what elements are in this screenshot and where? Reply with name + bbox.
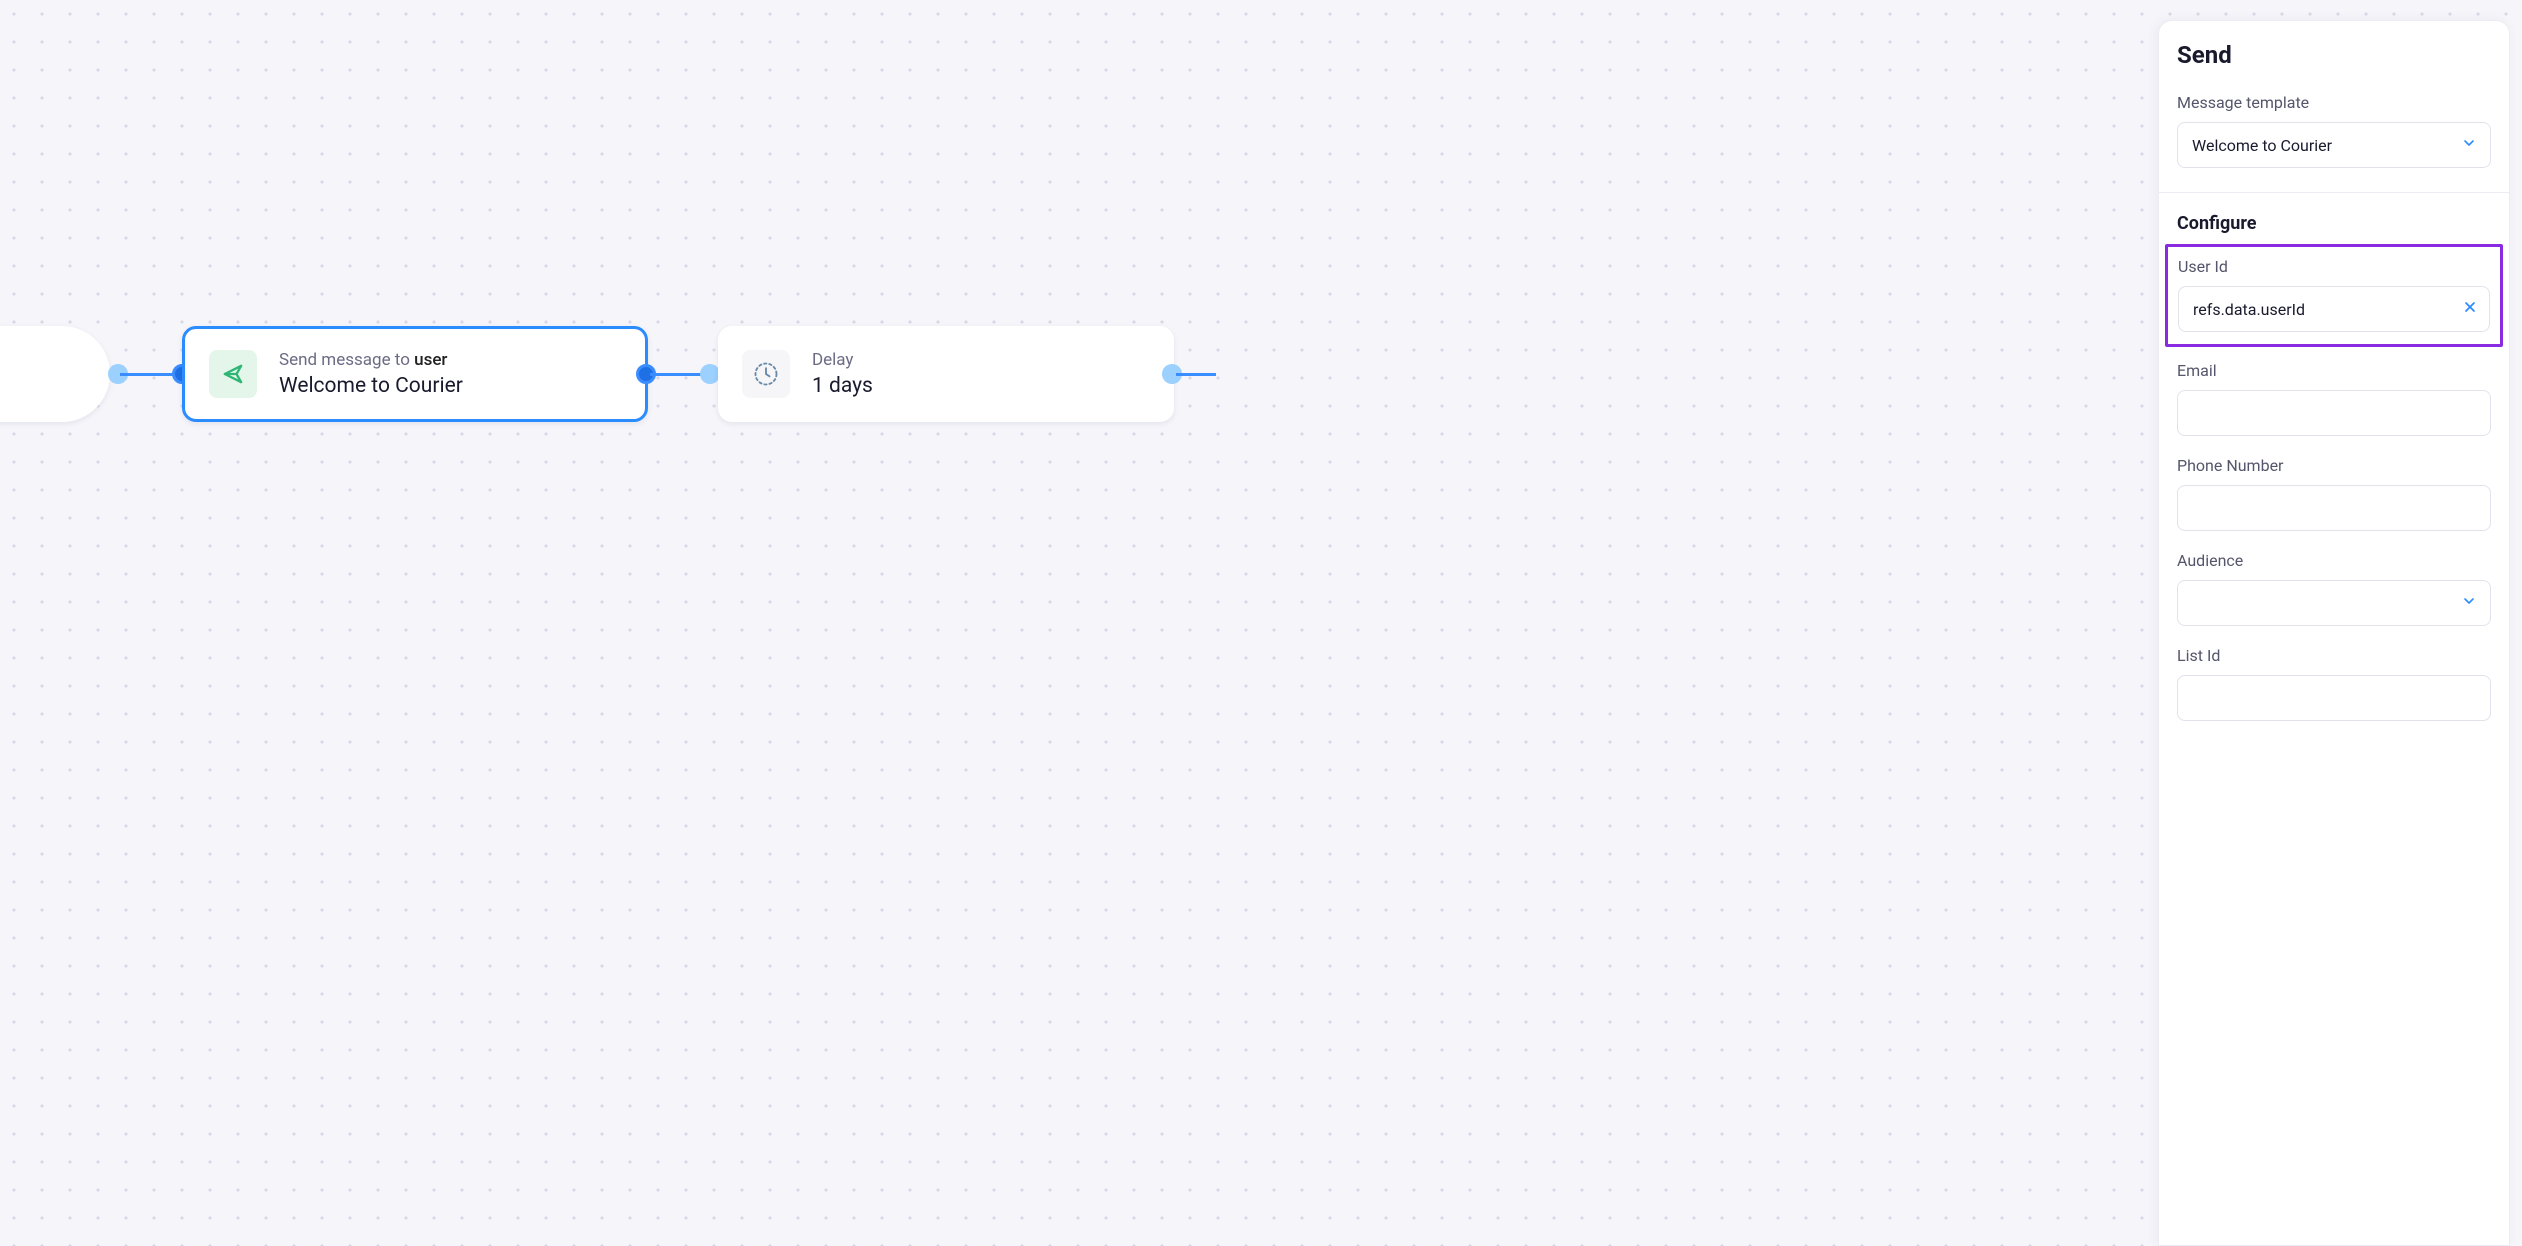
message-template-select[interactable]: Welcome to Courier (2177, 122, 2491, 168)
phone-input[interactable] (2177, 485, 2491, 531)
email-input[interactable] (2177, 390, 2491, 436)
delay-node-label: Delay (812, 350, 873, 370)
user-id-label: User Id (2178, 257, 2490, 276)
list-id-input[interactable] (2177, 675, 2491, 721)
clock-icon (742, 350, 790, 398)
config-panel: Send Message template Welcome to Courier… (2158, 20, 2510, 1246)
workflow-canvas[interactable]: Send message to user Welcome to Courier … (0, 0, 2522, 1246)
send-node-label: Send message to user (279, 350, 463, 370)
audience-select[interactable] (2177, 580, 2491, 626)
audience-label: Audience (2177, 551, 2491, 570)
user-id-highlight: User Id (2165, 244, 2503, 347)
panel-title: Send (2177, 41, 2491, 69)
email-label: Email (2177, 361, 2491, 380)
panel-section-configure: Configure User Id Email Phone Number (2159, 193, 2509, 749)
connector-input-dot[interactable] (700, 364, 720, 384)
user-id-input[interactable] (2178, 286, 2490, 332)
delay-node-value: 1 days (812, 374, 873, 398)
phone-label: Phone Number (2177, 456, 2491, 475)
message-template-label: Message template (2177, 93, 2491, 112)
connector-line (1176, 373, 1216, 376)
workflow-node-delay[interactable]: Delay 1 days (718, 326, 1174, 422)
workflow-node-send[interactable]: Send message to user Welcome to Courier (182, 326, 648, 422)
send-node-template: Welcome to Courier (279, 374, 463, 398)
list-id-label: List Id (2177, 646, 2491, 665)
panel-section-send: Send Message template Welcome to Courier (2159, 21, 2509, 193)
send-icon (209, 350, 257, 398)
clear-icon[interactable] (2462, 299, 2478, 319)
workflow-node-partial[interactable] (0, 326, 110, 422)
message-template-value: Welcome to Courier (2192, 136, 2332, 155)
configure-title: Configure (2177, 213, 2491, 234)
